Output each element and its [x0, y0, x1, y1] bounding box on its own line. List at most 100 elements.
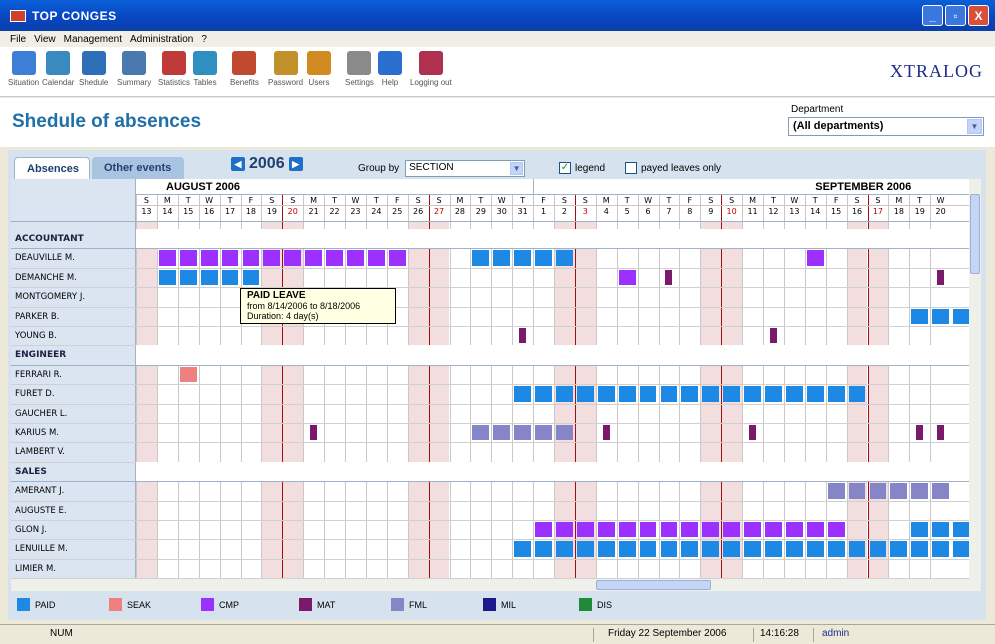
absence-cmp-block[interactable] — [221, 250, 239, 266]
checkbox-box[interactable] — [625, 162, 637, 174]
absence-cmp-block[interactable] — [785, 522, 803, 538]
employee-name[interactable]: LIMIER M. — [15, 564, 56, 574]
employee-name[interactable]: KARIUS M. — [15, 428, 59, 438]
absence-cmp-block[interactable] — [723, 522, 741, 538]
absence-paid-block[interactable] — [576, 386, 594, 402]
checkmark-icon[interactable]: ✓ — [559, 162, 571, 174]
absence-fml-block[interactable] — [932, 483, 950, 499]
department-select[interactable]: (All departments) ▼ — [788, 117, 984, 136]
tab-absences[interactable]: Absences — [14, 157, 90, 179]
employee-name[interactable]: MONTGOMERY J. — [15, 292, 85, 302]
absence-paid-block[interactable] — [932, 541, 950, 557]
toolbar-tables-button[interactable]: Tables — [193, 51, 217, 87]
absence-cmp-block[interactable] — [576, 522, 594, 538]
absence-paid-block[interactable] — [765, 541, 782, 557]
absence-paid-block[interactable] — [535, 541, 552, 557]
menu-management[interactable]: Management — [64, 34, 122, 45]
menu-view[interactable]: View — [34, 34, 56, 45]
absence-paid-block[interactable] — [827, 386, 845, 402]
absence-mat-block[interactable] — [519, 328, 527, 344]
absence-paid-block[interactable] — [702, 541, 720, 557]
absence-fml-block[interactable] — [535, 425, 552, 441]
absence-paid-block[interactable] — [953, 541, 969, 557]
horizontal-scrollbar[interactable] — [11, 579, 981, 591]
absence-paid-block[interactable] — [556, 250, 573, 266]
prev-year-icon[interactable]: ◀ — [231, 157, 245, 171]
absence-paid-block[interactable] — [827, 541, 845, 557]
absence-cmp-block[interactable] — [744, 522, 761, 538]
absence-cmp-block[interactable] — [618, 269, 636, 286]
absence-mat-block[interactable] — [937, 425, 945, 441]
absence-paid-block[interactable] — [556, 386, 573, 402]
absence-paid-block[interactable] — [200, 269, 218, 286]
absence-paid-block[interactable] — [639, 386, 657, 402]
absence-fml-block[interactable] — [890, 483, 908, 499]
absence-cmp-block[interactable] — [242, 250, 260, 266]
absence-paid-block[interactable] — [932, 308, 950, 324]
absence-paid-block[interactable] — [158, 269, 176, 286]
absence-cmp-block[interactable] — [702, 522, 720, 538]
absence-cmp-block[interactable] — [597, 522, 615, 538]
absence-paid-block[interactable] — [848, 386, 866, 402]
absence-paid-block[interactable] — [514, 386, 532, 402]
employee-name[interactable]: FURET D. — [15, 389, 55, 399]
toolbar-calendar-button[interactable]: Calendar — [42, 51, 74, 87]
absence-mat-block[interactable] — [937, 269, 945, 286]
absence-paid-block[interactable] — [702, 386, 720, 402]
toolbar-summary-button[interactable]: Summary — [117, 51, 151, 87]
absence-cmp-block[interactable] — [618, 522, 636, 538]
absence-cmp-block[interactable] — [827, 522, 845, 538]
absence-paid-block[interactable] — [660, 541, 678, 557]
absence-cmp-block[interactable] — [681, 522, 699, 538]
toolbar-situation-button[interactable]: Situation — [8, 51, 39, 87]
menu-file[interactable]: File — [10, 34, 26, 45]
absence-paid-block[interactable] — [911, 522, 929, 538]
absence-fml-block[interactable] — [472, 425, 490, 441]
absence-paid-block[interactable] — [618, 541, 636, 557]
absence-cmp-block[interactable] — [639, 522, 657, 538]
absence-paid-block[interactable] — [179, 269, 197, 286]
absence-paid-block[interactable] — [953, 308, 969, 324]
absence-cmp-block[interactable] — [765, 522, 782, 538]
absence-paid-block[interactable] — [890, 541, 908, 557]
absence-paid-block[interactable] — [618, 386, 636, 402]
absence-fml-block[interactable] — [556, 425, 573, 441]
chevron-down-icon[interactable]: ▼ — [967, 119, 982, 134]
absence-paid-block[interactable] — [911, 541, 929, 557]
absence-paid-block[interactable] — [556, 541, 573, 557]
vertical-scrollbar[interactable] — [969, 179, 981, 579]
tab-other-events[interactable]: Other events — [92, 157, 184, 179]
employee-name[interactable]: PARKER B. — [15, 312, 59, 322]
toolbar-help-button[interactable]: Help — [378, 51, 402, 87]
maximize-button[interactable]: ▫ — [945, 5, 966, 26]
absence-cmp-block[interactable] — [660, 522, 678, 538]
absence-mat-block[interactable] — [916, 425, 924, 441]
absence-paid-block[interactable] — [869, 541, 887, 557]
absence-paid-block[interactable] — [221, 269, 239, 286]
absence-paid-block[interactable] — [911, 308, 929, 324]
absence-paid-block[interactable] — [242, 269, 260, 286]
absence-paid-block[interactable] — [806, 386, 824, 402]
absence-paid-block[interactable] — [597, 386, 615, 402]
absence-paid-block[interactable] — [785, 541, 803, 557]
employee-name[interactable]: GLON J. — [15, 525, 47, 535]
absence-paid-block[interactable] — [848, 541, 866, 557]
absence-paid-block[interactable] — [723, 386, 741, 402]
minimize-button[interactable]: _ — [922, 5, 943, 26]
absence-paid-block[interactable] — [744, 541, 761, 557]
absence-paid-block[interactable] — [597, 541, 615, 557]
absence-paid-block[interactable] — [535, 250, 552, 266]
absence-cmp-block[interactable] — [158, 250, 176, 266]
menu-help[interactable]: ? — [201, 34, 207, 45]
absence-cmp-block[interactable] — [200, 250, 218, 266]
chevron-down-icon[interactable]: ▼ — [510, 162, 524, 175]
absence-cmp-block[interactable] — [347, 250, 364, 266]
menu-administration[interactable]: Administration — [130, 34, 193, 45]
close-button[interactable]: X — [968, 5, 989, 26]
employee-name[interactable]: AUGUSTE E. — [15, 506, 67, 516]
absence-paid-block[interactable] — [472, 250, 490, 266]
absence-cmp-block[interactable] — [179, 250, 197, 266]
toolbar-benefits-button[interactable]: Benefits — [230, 51, 259, 87]
absence-fml-block[interactable] — [911, 483, 929, 499]
next-year-icon[interactable]: ▶ — [288, 157, 303, 171]
